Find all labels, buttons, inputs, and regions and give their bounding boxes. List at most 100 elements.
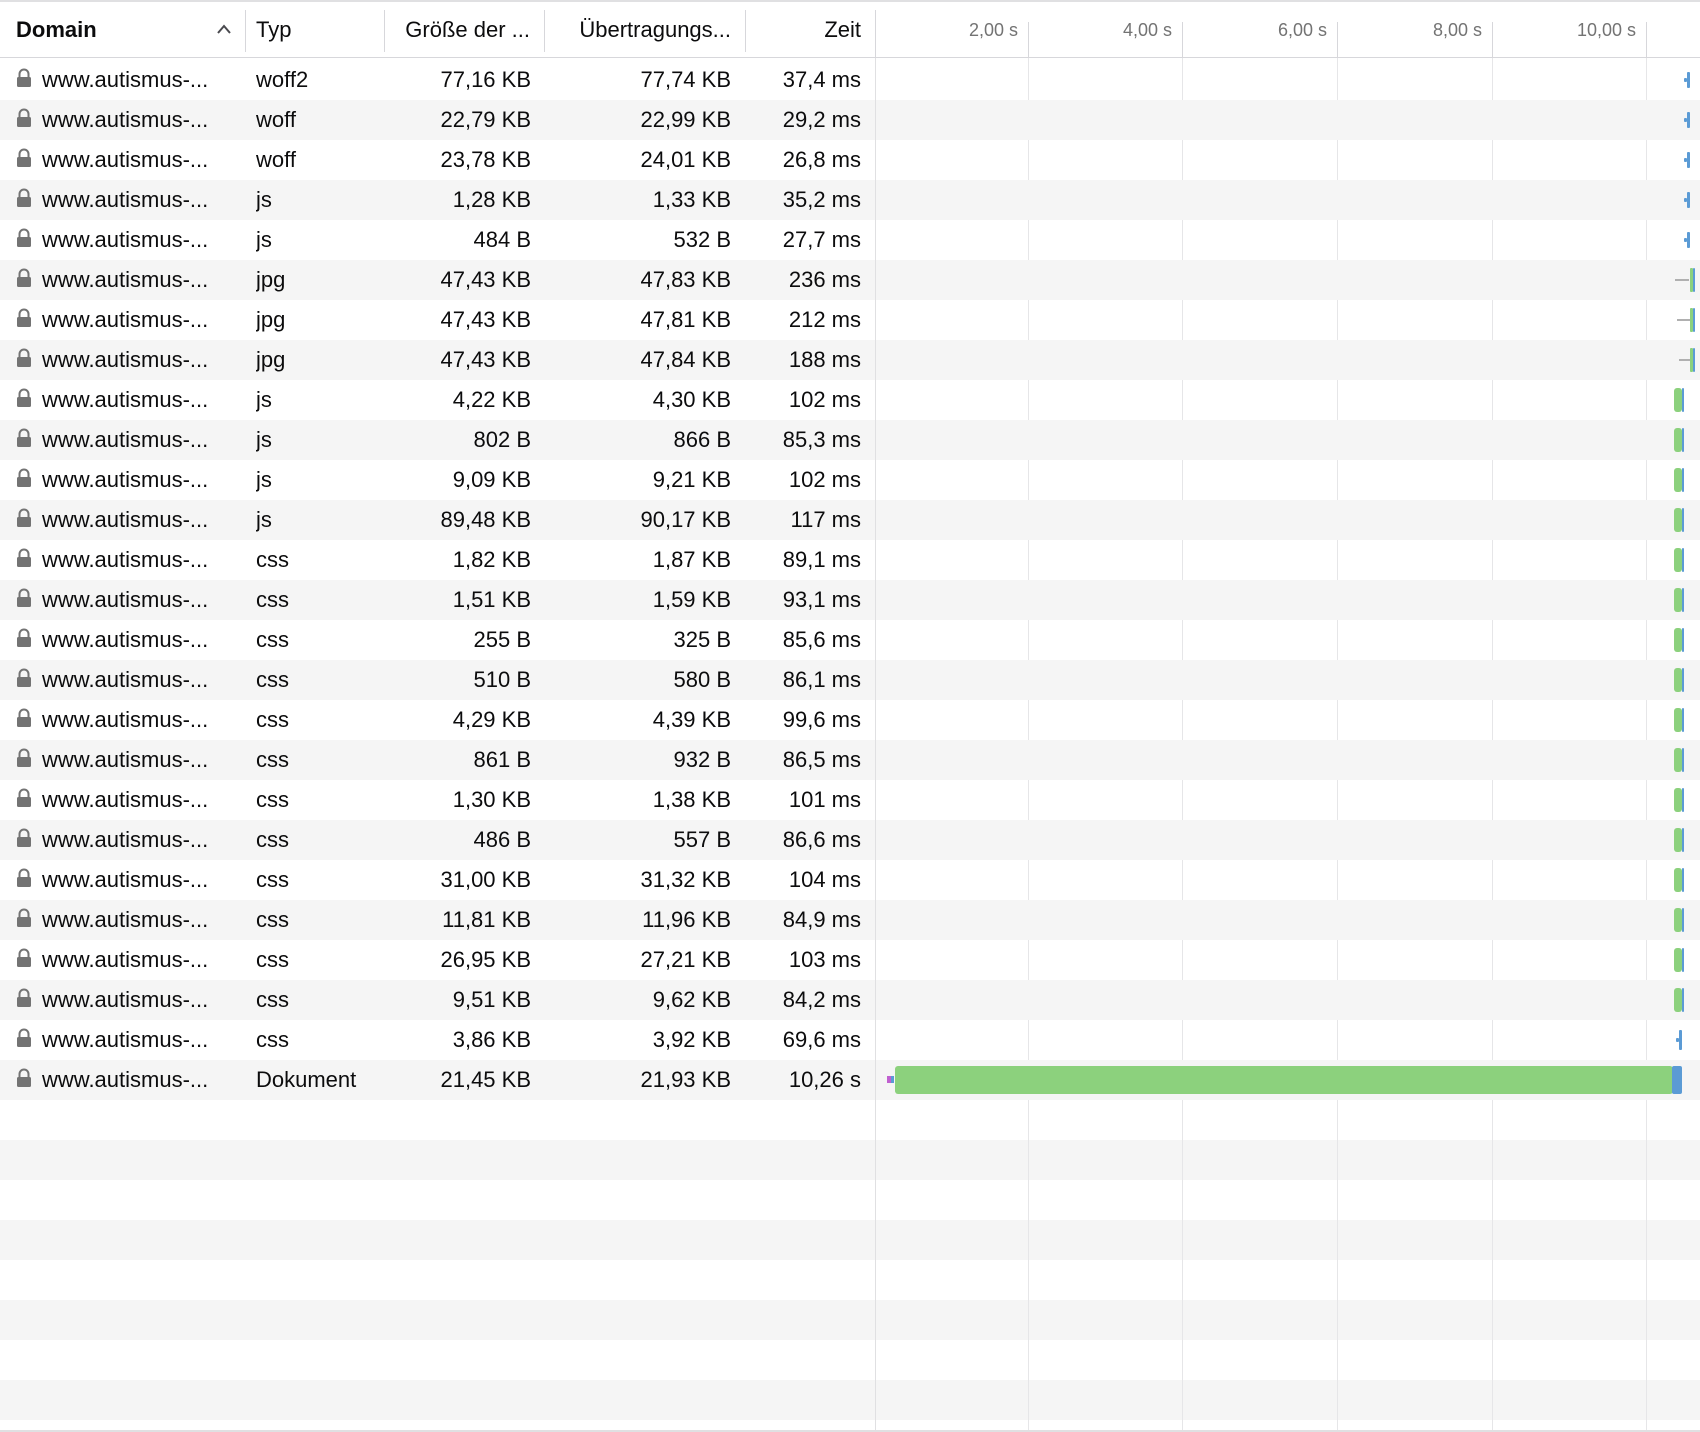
cell-transfer: 90,17 KB xyxy=(640,507,731,532)
lock-icon xyxy=(17,228,31,247)
cell-size: 1,82 KB xyxy=(452,547,531,572)
table-row[interactable]: www.autismus-... css 31,00 KB 31,32 KB 104 m… xyxy=(0,860,1700,900)
table-row[interactable]: www.autismus-... js 9,09 KB 9,21 KB 102 ms xyxy=(0,460,1700,500)
table-row[interactable]: www.autismus-... css 1,30 KB 1,38 KB 101 ms xyxy=(0,780,1700,820)
cell-time: 27,7 ms xyxy=(782,227,861,252)
table-row[interactable]: www.autismus-... woff 23,78 KB 24,01 KB 26,8… xyxy=(0,140,1700,180)
cell-time: 86,1 ms xyxy=(782,667,861,692)
waterfall-bar-wait xyxy=(1682,388,1684,412)
column-header-type[interactable]: Typ xyxy=(246,2,384,58)
table-row[interactable]: www.autismus-... js 802 B 866 B 85,3 ms xyxy=(0,420,1700,460)
table-row[interactable]: www.autismus-... css 4,29 KB 4,39 KB 99,6 ms xyxy=(0,700,1700,740)
cell-domain: www.autismus-... xyxy=(42,827,209,852)
cell-type: css xyxy=(256,587,289,612)
lock-icon xyxy=(17,548,31,567)
table-row[interactable]: www.autismus-... js 1,28 KB 1,33 KB 35,2 ms xyxy=(0,180,1700,220)
table-row[interactable]: www.autismus-... css 861 B 932 B 86,5 ms xyxy=(0,740,1700,780)
table-row[interactable]: www.autismus-... css 255 B 325 B 85,6 ms xyxy=(0,620,1700,660)
cell-domain: www.autismus-... xyxy=(42,147,209,172)
cell-time: 103 ms xyxy=(788,947,861,972)
column-header-domain[interactable]: Domain xyxy=(0,2,245,58)
lock-icon xyxy=(17,508,31,527)
cell-size: 4,29 KB xyxy=(452,707,531,732)
cell-transfer: 1,59 KB xyxy=(652,587,731,612)
column-header-type-label: Typ xyxy=(256,17,292,42)
column-divider[interactable] xyxy=(875,10,876,60)
cell-domain: www.autismus-... xyxy=(42,707,209,732)
cell-size: 23,78 KB xyxy=(440,147,531,172)
table-row[interactable]: www.autismus-... jpg 47,43 KB 47,83 KB 236 m… xyxy=(0,260,1700,300)
cell-type: jpg xyxy=(256,307,286,332)
waterfall-bar-receive xyxy=(1674,908,1682,932)
cell-domain: www.autismus-... xyxy=(42,107,209,132)
waterfall-bar-wait xyxy=(1682,548,1684,572)
waterfall-bar-blocked xyxy=(1677,319,1691,321)
cell-size: 9,51 KB xyxy=(452,987,531,1012)
cell-size: 802 B xyxy=(473,427,532,452)
table-row[interactable]: www.autismus-... css 11,81 KB 11,96 KB 84,9 … xyxy=(0,900,1700,940)
waterfall-bar-wait xyxy=(1679,1030,1682,1050)
waterfall-bar-dot xyxy=(1684,78,1687,82)
cell-time: 37,4 ms xyxy=(782,67,861,92)
cell-type: css xyxy=(256,787,289,812)
timeline-tick-label: 6,00 s xyxy=(1277,19,1327,40)
cell-domain: www.autismus-... xyxy=(42,627,209,652)
waterfall-bar-wait xyxy=(1682,748,1684,772)
waterfall-bar-wait xyxy=(1682,948,1684,972)
table-row[interactable]: www.autismus-... jpg 47,43 KB 47,81 KB 212 m… xyxy=(0,300,1700,340)
cell-domain: www.autismus-... xyxy=(42,907,209,932)
cell-transfer: 11,96 KB xyxy=(642,907,731,932)
table-row[interactable]: www.autismus-... css 3,86 KB 3,92 KB 69,6 ms xyxy=(0,1020,1700,1060)
waterfall-bar-wait xyxy=(1682,708,1684,732)
cell-time: 86,6 ms xyxy=(782,827,861,852)
cell-transfer: 9,21 KB xyxy=(652,467,731,492)
cell-type: css xyxy=(256,627,289,652)
cell-time: 104 ms xyxy=(788,867,861,892)
cell-domain: www.autismus-... xyxy=(42,467,209,492)
cell-size: 21,45 KB xyxy=(440,1067,531,1092)
chevron-up-icon[interactable] xyxy=(215,22,233,36)
waterfall-bar-wait xyxy=(1687,232,1690,248)
lock-icon xyxy=(17,1068,31,1087)
waterfall-bar-receive xyxy=(1674,388,1682,412)
cell-transfer: 9,62 KB xyxy=(652,987,731,1012)
cell-transfer: 47,84 KB xyxy=(640,347,731,372)
table-row[interactable]: www.autismus-... jpg 47,43 KB 47,84 KB 188 m… xyxy=(0,340,1700,380)
cell-transfer: 31,32 KB xyxy=(640,867,731,892)
table-row[interactable]: www.autismus-... css 510 B 580 B 86,1 ms xyxy=(0,660,1700,700)
table-row[interactable]: www.autismus-... css 486 B 557 B 86,6 ms xyxy=(0,820,1700,860)
cell-size: 255 B xyxy=(473,627,532,652)
lock-icon xyxy=(17,628,31,647)
table-row[interactable]: www.autismus-... css 1,82 KB 1,87 KB 89,1 ms xyxy=(0,540,1700,580)
waterfall-bar-receive xyxy=(1674,788,1682,812)
waterfall-bar-receive xyxy=(1674,708,1682,732)
column-header-transfer[interactable]: Übertragungs... xyxy=(545,2,745,58)
column-header-size[interactable]: Größe der ... xyxy=(385,2,544,58)
cell-size: 3,86 KB xyxy=(452,1027,531,1052)
cell-domain: www.autismus-... xyxy=(42,267,209,292)
lock-icon xyxy=(17,428,31,447)
cell-time: 86,5 ms xyxy=(782,747,861,772)
table-row[interactable]: www.autismus-... js 484 B 532 B 27,7 ms xyxy=(0,220,1700,260)
table-row[interactable]: www.autismus-... js 4,22 KB 4,30 KB 102 ms xyxy=(0,380,1700,420)
request-list-header: Domain Typ Größe der ... Übertragungs...… xyxy=(0,0,1700,60)
cell-domain: www.autismus-... xyxy=(42,67,209,92)
waterfall-bar-receive xyxy=(1674,988,1682,1012)
table-row[interactable]: www.autismus-... woff2 77,16 KB 77,74 KB 37,… xyxy=(0,60,1700,100)
cell-size: 26,95 KB xyxy=(440,947,531,972)
table-row[interactable]: www.autismus-... css 9,51 KB 9,62 KB 84,2 ms xyxy=(0,980,1700,1020)
waterfall-bar-wait xyxy=(1682,908,1684,932)
row-stripe xyxy=(0,1300,1700,1340)
cell-transfer: 3,92 KB xyxy=(652,1027,731,1052)
cell-domain: www.autismus-... xyxy=(42,507,209,532)
table-row[interactable]: www.autismus-... css 1,51 KB 1,59 KB 93,1 ms xyxy=(0,580,1700,620)
cell-transfer: 1,38 KB xyxy=(652,787,731,812)
waterfall-bar-receive xyxy=(1674,548,1682,572)
column-header-time[interactable]: Zeit xyxy=(746,2,875,58)
lock-icon xyxy=(17,708,31,727)
waterfall-bar-wait xyxy=(1682,468,1684,492)
table-row[interactable]: www.autismus-... Dokument 21,45 KB 21,93 KB… xyxy=(0,1060,1700,1100)
table-row[interactable]: www.autismus-... woff 22,79 KB 22,99 KB 29,2… xyxy=(0,100,1700,140)
table-row[interactable]: www.autismus-... css 26,95 KB 27,21 KB 103 m… xyxy=(0,940,1700,980)
table-row[interactable]: www.autismus-... js 89,48 KB 90,17 KB 117 ms xyxy=(0,500,1700,540)
